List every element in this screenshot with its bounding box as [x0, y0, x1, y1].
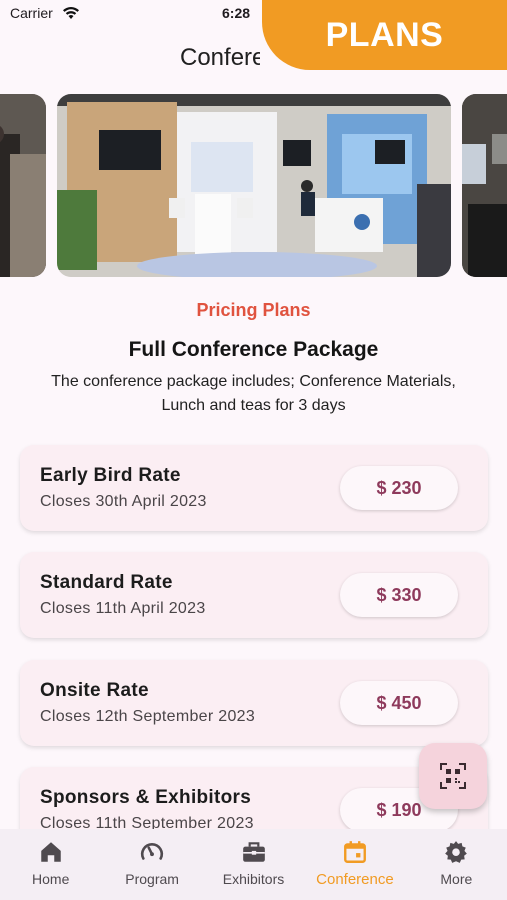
bottom-navigation: Home Program Exhibitors Conference More — [0, 829, 507, 900]
nav-label: Conference — [316, 871, 394, 888]
gear-icon — [445, 841, 468, 863]
clock: 6:28 — [222, 5, 251, 21]
nav-label: More — [440, 871, 473, 887]
plan-name: Sponsors & Exhibitors — [40, 787, 252, 808]
section-label-pricing-plans: Pricing Plans — [196, 300, 311, 320]
wifi-icon — [63, 7, 79, 19]
qr-scan-button[interactable] — [419, 743, 487, 809]
nav-item-home[interactable]: Home — [0, 829, 101, 900]
nav-item-more[interactable]: More — [406, 829, 507, 900]
plan-close-date: Closes 30th April 2023 — [40, 493, 207, 510]
plans-ribbon-label: PLANS — [325, 15, 444, 54]
page-title: Conference — [180, 44, 260, 71]
carrier-label: Carrier — [10, 5, 53, 21]
qr-code-icon — [440, 763, 466, 789]
carousel-slide-next[interactable] — [462, 94, 507, 277]
nav-item-exhibitors[interactable]: Exhibitors — [203, 829, 304, 900]
package-description: The conference package includes; Confere… — [0, 370, 507, 418]
nav-label: Program — [125, 871, 179, 887]
package-title: Full Conference Package — [128, 338, 379, 361]
plans-ribbon: PLANS — [262, 0, 507, 70]
plan-card-early-bird[interactable]: Early Bird Rate Closes 30th April 2023 $… — [20, 445, 488, 531]
briefcase-icon — [242, 842, 265, 862]
price-button[interactable]: $ 230 — [340, 466, 458, 510]
carousel-slide-previous[interactable] — [0, 94, 46, 277]
price-button[interactable]: $ 450 — [340, 681, 458, 725]
plan-card-standard[interactable]: Standard Rate Closes 11th April 2023 $ 3… — [20, 552, 488, 638]
nav-item-program[interactable]: Program — [101, 829, 202, 900]
plan-close-date: Closes 12th September 2023 — [40, 708, 256, 725]
nav-item-conference[interactable]: Conference — [304, 829, 405, 900]
nav-label: Home — [32, 871, 70, 887]
home-icon — [40, 842, 61, 862]
plan-card-onsite[interactable]: Onsite Rate Closes 12th September 2023 $… — [20, 660, 488, 746]
plan-name: Onsite Rate — [40, 680, 149, 701]
plan-name: Early Bird Rate — [40, 465, 181, 486]
image-carousel[interactable] — [0, 94, 507, 277]
plan-name: Standard Rate — [40, 572, 173, 593]
plan-close-date: Closes 11th April 2023 — [40, 600, 206, 617]
nav-label: Exhibitors — [222, 871, 285, 887]
package-description-line: The conference package includes; Confere… — [51, 373, 456, 390]
gauge-icon — [141, 842, 164, 860]
package-description-line: Lunch and teas for 3 days — [161, 397, 346, 414]
calendar-icon — [343, 841, 366, 863]
price-button[interactable]: $ 330 — [340, 573, 458, 617]
carousel-slide-exhibition-booth[interactable] — [57, 94, 451, 277]
